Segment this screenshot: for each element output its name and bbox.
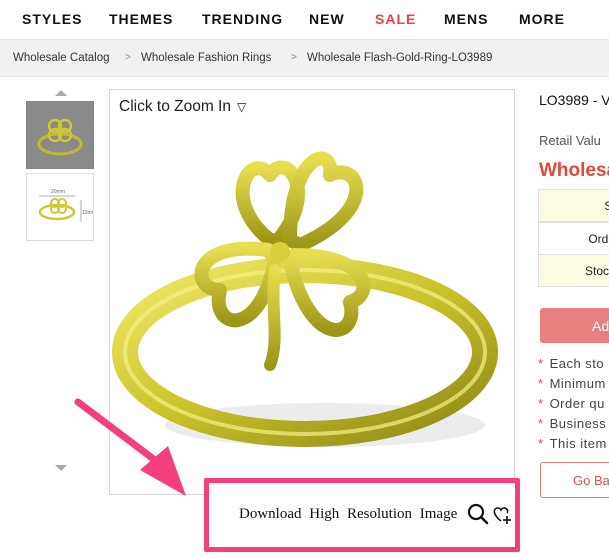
nav-new[interactable]: NEW — [309, 11, 345, 27]
breadcrumb-current: Wholesale Flash-Gold-Ring-LO3989 — [307, 52, 493, 64]
product-title: LO3989 - V — [539, 92, 609, 108]
nav-mens[interactable]: MENS — [444, 11, 488, 27]
search-icon[interactable] — [467, 503, 489, 525]
wishlist-heart-plus-icon[interactable] — [491, 503, 513, 525]
note-item: * This item — [538, 436, 607, 451]
info-row-order: Orde — [538, 222, 609, 255]
info-row-stock: Stock — [538, 254, 609, 287]
top-nav: STYLES THEMES TRENDING NEW SALE MENS MOR… — [0, 0, 609, 38]
breadcrumb-catalog[interactable]: Wholesale Catalog — [13, 52, 110, 64]
breadcrumb: Wholesale Catalog > Wholesale Fashion Ri… — [0, 39, 609, 77]
breadcrumb-separator: > — [125, 52, 131, 63]
thumbnail-1[interactable] — [26, 101, 94, 169]
thumb-dim-height: 12mm — [82, 210, 93, 216]
thumb-scroll-down-icon[interactable] — [55, 465, 67, 471]
retail-value-label: Retail Valu — [539, 133, 601, 148]
go-back-button[interactable]: Go Ba — [540, 462, 609, 498]
breadcrumb-separator: > — [291, 52, 297, 63]
ring-dimensions-thumbnail: 20mm 12mm — [38, 189, 96, 222]
nav-trending[interactable]: TRENDING — [202, 11, 283, 27]
wholesale-price-label: Wholesa — [539, 160, 609, 181]
info-row-size: Si — [538, 189, 609, 222]
note-item: * Order qu — [538, 396, 605, 411]
nav-sale[interactable]: SALE — [375, 11, 416, 27]
ring-image — [112, 151, 498, 447]
ring-thumbnail-image — [37, 118, 83, 156]
note-item: * Each sto — [538, 356, 605, 371]
thumb-scroll-up-icon[interactable] — [55, 90, 67, 96]
thumbnail-2[interactable]: 20mm 12mm — [26, 173, 96, 241]
note-item: * Minimum — [538, 376, 606, 391]
breadcrumb-fashion-rings[interactable]: Wholesale Fashion Rings — [141, 52, 271, 64]
nav-themes[interactable]: THEMES — [109, 11, 173, 27]
thumb-dim-width: 20mm — [51, 189, 65, 195]
download-highlight-box: Download High Resolution Image — [204, 478, 520, 552]
download-image-link[interactable]: Download High Resolution Image — [239, 506, 457, 523]
nav-styles[interactable]: STYLES — [22, 11, 82, 27]
main-product-image[interactable]: Click to Zoom In ▽ — [109, 89, 515, 495]
note-item: * Business — [538, 416, 607, 431]
add-to-cart-button[interactable]: Ad — [540, 308, 609, 343]
nav-more[interactable]: MORE — [519, 11, 565, 27]
